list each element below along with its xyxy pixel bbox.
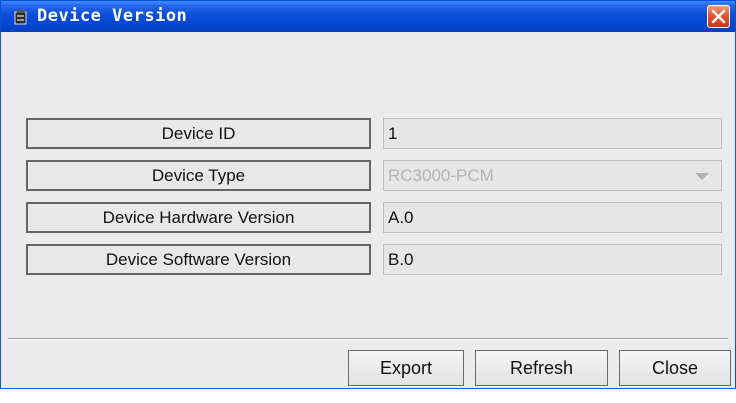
title-bar[interactable]: Device Version bbox=[1, 1, 735, 32]
software-version-label: Device Software Version bbox=[26, 244, 371, 275]
divider-highlight bbox=[8, 339, 728, 340]
dialog-title: Device Version bbox=[37, 6, 188, 26]
close-button[interactable]: Close bbox=[619, 350, 731, 386]
close-icon bbox=[711, 9, 726, 24]
device-type-selected-value: RC3000-PCM bbox=[388, 166, 494, 185]
software-version-field[interactable]: B.0 bbox=[383, 244, 722, 275]
device-id-field[interactable]: 1 bbox=[383, 118, 722, 149]
close-window-button[interactable] bbox=[707, 5, 730, 28]
hardware-version-field[interactable]: A.0 bbox=[383, 202, 722, 233]
device-type-select[interactable]: RC3000-PCM bbox=[383, 160, 722, 191]
hardware-version-label: Device Hardware Version bbox=[26, 202, 371, 233]
export-button[interactable]: Export bbox=[348, 350, 464, 386]
device-type-label: Device Type bbox=[26, 160, 371, 191]
device-version-dialog: Device Version Device ID 1 Device Type R… bbox=[0, 0, 736, 389]
chevron-down-icon[interactable] bbox=[695, 173, 709, 180]
refresh-button[interactable]: Refresh bbox=[475, 350, 608, 386]
device-icon bbox=[13, 9, 29, 25]
device-id-label: Device ID bbox=[26, 118, 371, 149]
dialog-body: Device ID 1 Device Type RC3000-PCM Devic… bbox=[8, 32, 728, 338]
